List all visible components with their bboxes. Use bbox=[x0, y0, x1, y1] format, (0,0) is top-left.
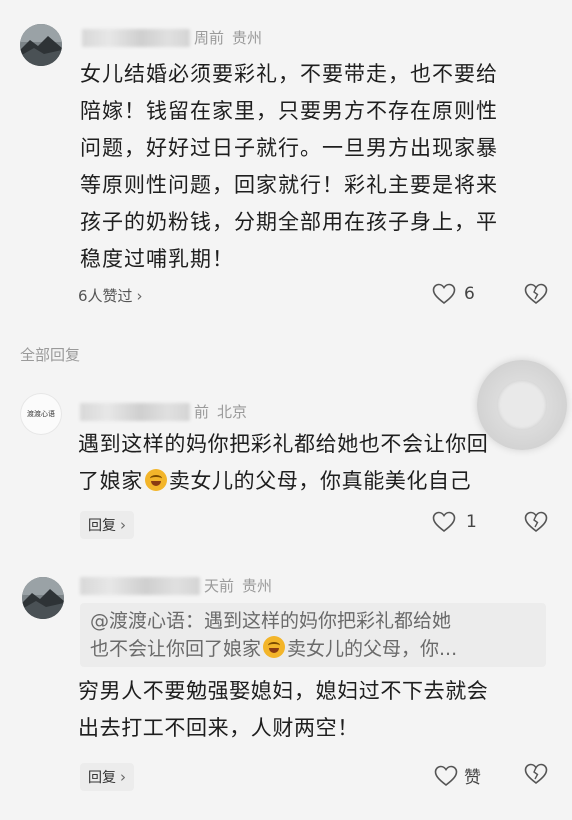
laughing-emoji-icon bbox=[263, 636, 286, 658]
dislike-button[interactable] bbox=[524, 283, 548, 305]
like-button[interactable]: 1 bbox=[432, 511, 477, 533]
chevron-right-icon: › bbox=[136, 286, 143, 305]
comment-line: 了娘家 卖女儿的父母，你真能美化自己 bbox=[78, 463, 488, 500]
avatar[interactable] bbox=[20, 24, 62, 66]
quoted-comment[interactable]: @渡渡心语：遇到这样的妈你把彩礼都给她 也不会让你回了娘家 卖女儿的父母，你... bbox=[80, 603, 546, 667]
comment-line: 遇到这样的妈你把彩礼都给她也不会让你回 bbox=[78, 432, 489, 456]
floating-assistive-button[interactable] bbox=[477, 360, 567, 450]
avatar-text: 渡渡心语 bbox=[27, 410, 55, 418]
comment-time: 周前 bbox=[194, 29, 225, 47]
quote-line: 也不会让你回了娘家 卖女儿的父母，你... bbox=[90, 635, 536, 663]
heart-outline-icon bbox=[432, 511, 456, 533]
comment-line: 陪嫁！钱留在家里，只要男方不存在原则性 bbox=[80, 99, 498, 123]
chevron-right-icon: › bbox=[120, 516, 126, 534]
comment-text: 遇到这样的妈你把彩礼都给她也不会让你回 了娘家 卖女儿的父母，你真能美化自己 bbox=[78, 426, 488, 500]
comment-line: 穷男人不要勉强娶媳妇，媳妇过不下去就会 bbox=[78, 679, 489, 703]
avatar-landscape-icon bbox=[20, 24, 62, 66]
heart-outline-icon bbox=[434, 765, 458, 786]
broken-heart-icon bbox=[524, 511, 548, 533]
comment-line: 等原则性问题，回家就行！彩礼主要是将来 bbox=[80, 173, 498, 197]
dislike-button[interactable] bbox=[524, 763, 548, 785]
likes-summary-label: 6人赞过 bbox=[78, 287, 133, 305]
avatar[interactable]: 渡渡心语 bbox=[20, 393, 62, 435]
comment-meta: 前 北京 bbox=[80, 401, 247, 422]
reply-button[interactable]: 回复 › bbox=[80, 511, 134, 539]
chevron-right-icon: › bbox=[120, 768, 126, 786]
comment-text-part: 了娘家 bbox=[78, 469, 143, 493]
avatar[interactable] bbox=[22, 577, 64, 619]
comment-location: 贵州 bbox=[232, 29, 263, 47]
reply-button-label: 回复 bbox=[88, 518, 116, 534]
avatar-landscape-icon bbox=[22, 577, 64, 619]
comment-time: 前 bbox=[194, 403, 210, 421]
quote-text-part: 也不会让你回了娘家 bbox=[90, 638, 262, 660]
reply-button[interactable]: 回复 › bbox=[80, 763, 134, 791]
quote-line: @渡渡心语：遇到这样的妈你把彩礼都给她 bbox=[90, 610, 452, 632]
comment-line: 女儿结婚必须要彩礼，不要带走，也不要给 bbox=[80, 62, 498, 86]
broken-heart-icon bbox=[524, 763, 548, 785]
comment-text: 穷男人不要勉强娶媳妇，媳妇过不下去就会 出去打工不回来，人财两空！ bbox=[78, 673, 488, 747]
all-replies-label: 全部回复 bbox=[20, 346, 81, 364]
laughing-emoji-icon bbox=[144, 469, 167, 491]
comment-meta: 周前 贵州 bbox=[82, 27, 262, 48]
comment-text: 女儿结婚必须要彩礼，不要带走，也不要给 陪嫁！钱留在家里，只要男方不存在原则性 … bbox=[80, 56, 498, 278]
comment-line: 孩子的奶粉钱，分期全部用在孩子身上，平 bbox=[80, 210, 498, 234]
quote-text-part: 卖女儿的父母，你... bbox=[287, 638, 458, 660]
comment-line: 出去打工不回来，人财两空！ bbox=[78, 716, 359, 740]
comment-meta: 天前 贵州 bbox=[80, 575, 272, 596]
comment-line: 问题，好好过日子就行。一旦男方出现家暴 bbox=[80, 136, 498, 160]
likes-summary-link[interactable]: 6人赞过 › bbox=[78, 285, 143, 306]
blurred-username bbox=[82, 28, 190, 47]
comment-text-part: 卖女儿的父母，你真能美化自己 bbox=[168, 469, 472, 493]
broken-heart-icon bbox=[524, 283, 548, 305]
comment-location: 贵州 bbox=[242, 577, 273, 595]
dislike-button[interactable] bbox=[524, 511, 548, 533]
like-count: 6 bbox=[464, 284, 475, 304]
reply-button-label: 回复 bbox=[88, 770, 116, 786]
like-label: 赞 bbox=[464, 768, 481, 788]
like-button[interactable]: 赞 bbox=[434, 763, 481, 788]
blurred-username bbox=[80, 576, 200, 595]
comment-line: 稳度过哺乳期！ bbox=[80, 247, 234, 271]
heart-outline-icon bbox=[432, 283, 456, 305]
like-button[interactable]: 6 bbox=[432, 283, 475, 305]
comment-time: 天前 bbox=[204, 577, 235, 595]
like-count: 1 bbox=[466, 512, 477, 532]
blurred-username bbox=[80, 402, 190, 421]
comment-location: 北京 bbox=[217, 403, 248, 421]
